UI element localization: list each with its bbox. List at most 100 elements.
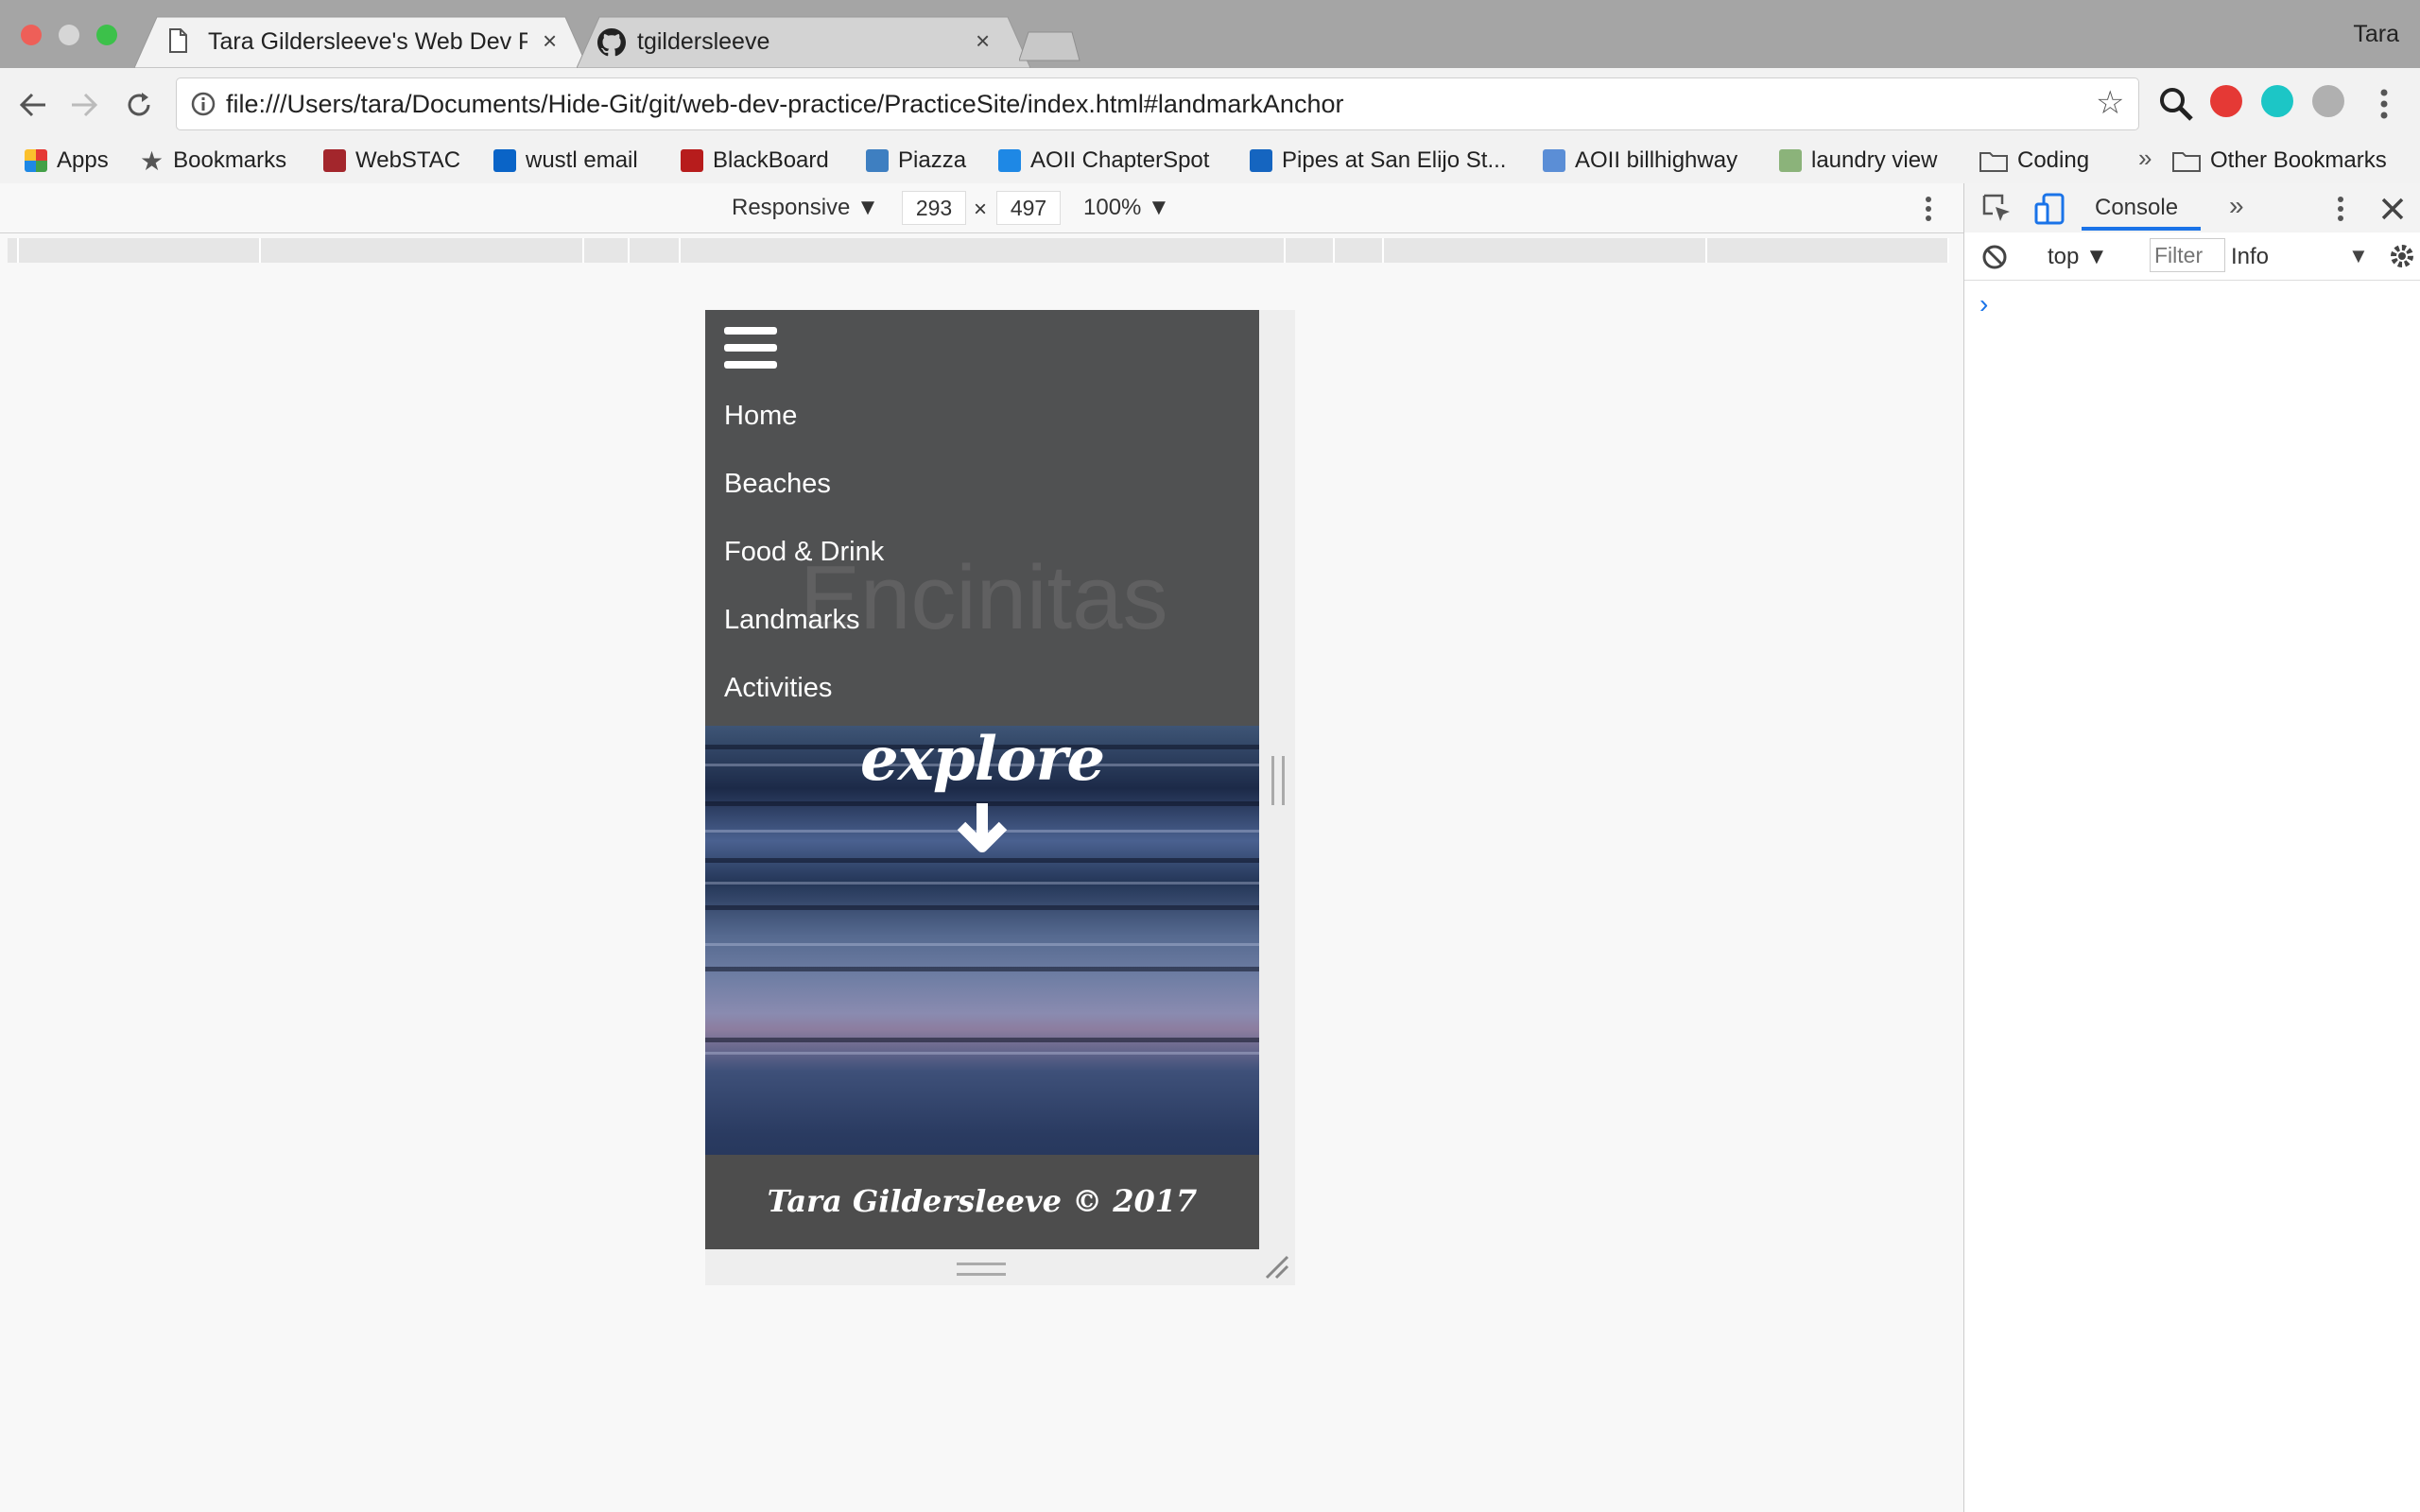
context-select[interactable]: top ▼: [2048, 244, 2108, 270]
media-query-segment[interactable]: [630, 238, 681, 263]
gear-icon[interactable]: [2388, 242, 2416, 270]
close-tab-icon[interactable]: ×: [543, 26, 557, 56]
bookmark-label: Apps: [57, 147, 109, 173]
media-query-segment[interactable]: [584, 238, 630, 263]
media-query-segment[interactable]: [1286, 238, 1335, 263]
media-query-segment[interactable]: [681, 238, 1286, 263]
browser-menu-icon[interactable]: [2375, 85, 2394, 123]
bookmark-coding-folder[interactable]: Coding: [1979, 142, 2089, 180]
inspect-element-icon[interactable]: [1981, 193, 2014, 225]
device-mode-select[interactable]: Responsive ▼: [732, 195, 879, 221]
width-input[interactable]: 293: [902, 191, 966, 225]
info-icon[interactable]: [190, 91, 216, 117]
bookmark-pipes[interactable]: Pipes at San Elijo St...: [1250, 142, 1506, 180]
bookmark-billhighway[interactable]: AOII billhighway: [1543, 142, 1737, 180]
browser-toolbar: file:///Users/tara/Documents/Hide-Git/gi…: [0, 68, 2420, 140]
more-tabs-button[interactable]: »: [2229, 191, 2244, 221]
site-footer: Tara Gildersleeve © 2017: [705, 1155, 1259, 1249]
bookmark-piazza[interactable]: Piazza: [866, 142, 966, 180]
address-bar[interactable]: file:///Users/tara/Documents/Hide-Git/gi…: [176, 77, 2139, 130]
search-icon[interactable]: [2157, 85, 2195, 123]
close-tab-icon[interactable]: ×: [976, 26, 990, 56]
folder-icon: [1979, 152, 2008, 172]
media-query-segment[interactable]: [261, 238, 584, 263]
height-input[interactable]: 497: [996, 191, 1061, 225]
console-toolbar: top ▼ Info ▼: [1964, 232, 2420, 281]
wr-extension-icon[interactable]: [2312, 85, 2344, 117]
nav-link-home[interactable]: Home: [724, 401, 797, 432]
bookmark-label: wustl email: [526, 147, 638, 173]
close-devtools-icon[interactable]: [2380, 197, 2405, 221]
other-bookmarks[interactable]: Other Bookmarks: [2172, 142, 2387, 180]
bookmark-apps[interactable]: Apps: [25, 142, 109, 180]
device-mode-icon[interactable]: [2034, 193, 2066, 225]
console-prompt[interactable]: ›: [1979, 289, 1988, 319]
laundry-icon: [1779, 149, 1802, 172]
star-icon: ★: [140, 146, 164, 176]
adblock-extension-icon[interactable]: [2210, 85, 2242, 117]
device-mode-label: Responsive: [732, 195, 851, 220]
bookmark-label: Pipes at San Elijo St...: [1282, 147, 1507, 173]
billhighway-icon: [1543, 149, 1565, 172]
bookmark-chapterspot[interactable]: AOII ChapterSpot: [998, 142, 1209, 180]
device-toolbar-menu-icon[interactable]: [1919, 195, 1938, 223]
chevron-down-icon[interactable]: ▼: [2348, 244, 2369, 268]
nav-link-food-drink[interactable]: Food & Drink: [724, 537, 884, 568]
bookmark-label: laundry view: [1811, 147, 1938, 173]
bookmark-label: BlackBoard: [713, 147, 829, 173]
folder-icon: [2172, 152, 2201, 172]
tab-github[interactable]: tgildersleeve ×: [577, 15, 1030, 68]
bookmark-label: Bookmarks: [173, 147, 287, 173]
log-level-select[interactable]: Info: [2231, 244, 2269, 270]
nav-link-beaches[interactable]: Beaches: [724, 469, 831, 500]
explore-heading[interactable]: explore: [705, 724, 1259, 795]
bookmark-label: AOII ChapterSpot: [1030, 147, 1210, 173]
resize-handle-bottom[interactable]: [957, 1263, 1006, 1276]
back-arrow-icon[interactable]: [17, 89, 49, 121]
bookmark-label: Piazza: [898, 147, 967, 173]
resize-handle-right[interactable]: [1271, 756, 1285, 805]
bookmark-wustl-email[interactable]: wustl email: [493, 142, 638, 180]
device-toolbar: Responsive ▼ 293 × 497 100% ▼: [0, 183, 1963, 233]
media-query-segment[interactable]: [1707, 238, 1949, 263]
bookmark-star-icon[interactable]: ☆: [2096, 84, 2124, 122]
media-query-segment[interactable]: [19, 238, 261, 263]
apps-grid-icon: [25, 149, 47, 172]
reload-icon[interactable]: [123, 89, 155, 121]
momentum-extension-icon[interactable]: [2261, 85, 2293, 117]
console-filter-input[interactable]: [2150, 238, 2225, 272]
zoom-select[interactable]: 100% ▼: [1083, 195, 1170, 221]
close-window-button[interactable]: [21, 25, 42, 45]
media-query-segment[interactable]: [1384, 238, 1707, 263]
nav-link-activities[interactable]: Activities: [724, 673, 832, 704]
surfline-icon: [1250, 149, 1272, 172]
bookmark-laundry-view[interactable]: laundry view: [1779, 142, 1937, 180]
url-text[interactable]: file:///Users/tara/Documents/Hide-Git/gi…: [226, 90, 1343, 119]
hamburger-menu-icon[interactable]: [724, 327, 777, 372]
forward-arrow-icon[interactable]: [68, 89, 100, 121]
media-query-bar: [0, 234, 1963, 266]
active-tab-indicator: [2082, 227, 2201, 231]
new-tab-button[interactable]: [1018, 30, 1081, 67]
bookmark-label: AOII billhighway: [1575, 147, 1738, 173]
minimize-window-button[interactable]: [59, 25, 79, 45]
resize-corner-icon[interactable]: [1265, 1255, 1289, 1280]
bookmark-blackboard[interactable]: BlackBoard: [681, 142, 829, 180]
nav-link-landmarks[interactable]: Landmarks: [724, 605, 859, 636]
maximize-window-button[interactable]: [96, 25, 117, 45]
document-icon: [169, 28, 187, 53]
media-query-segment[interactable]: [1335, 238, 1384, 263]
dimension-separator: ×: [974, 197, 988, 222]
devtools-menu-icon[interactable]: [2331, 195, 2350, 223]
clear-console-icon[interactable]: [1981, 244, 2008, 270]
tab-console[interactable]: Console: [2095, 195, 2178, 221]
bookmarks-overflow-button[interactable]: »: [2138, 144, 2152, 173]
bookmark-bookmarks[interactable]: ★ Bookmarks: [140, 142, 286, 180]
down-arrow-icon[interactable]: [954, 801, 1011, 854]
profile-name[interactable]: Tara: [2353, 21, 2399, 48]
bookmark-label: WebSTAC: [355, 147, 461, 173]
tab-active[interactable]: Tara Gildersleeve's Web Dev P ×: [134, 15, 588, 68]
context-label: top: [2048, 244, 2080, 269]
media-query-segment[interactable]: [8, 238, 19, 263]
bookmark-webstac[interactable]: WebSTAC: [323, 142, 460, 180]
